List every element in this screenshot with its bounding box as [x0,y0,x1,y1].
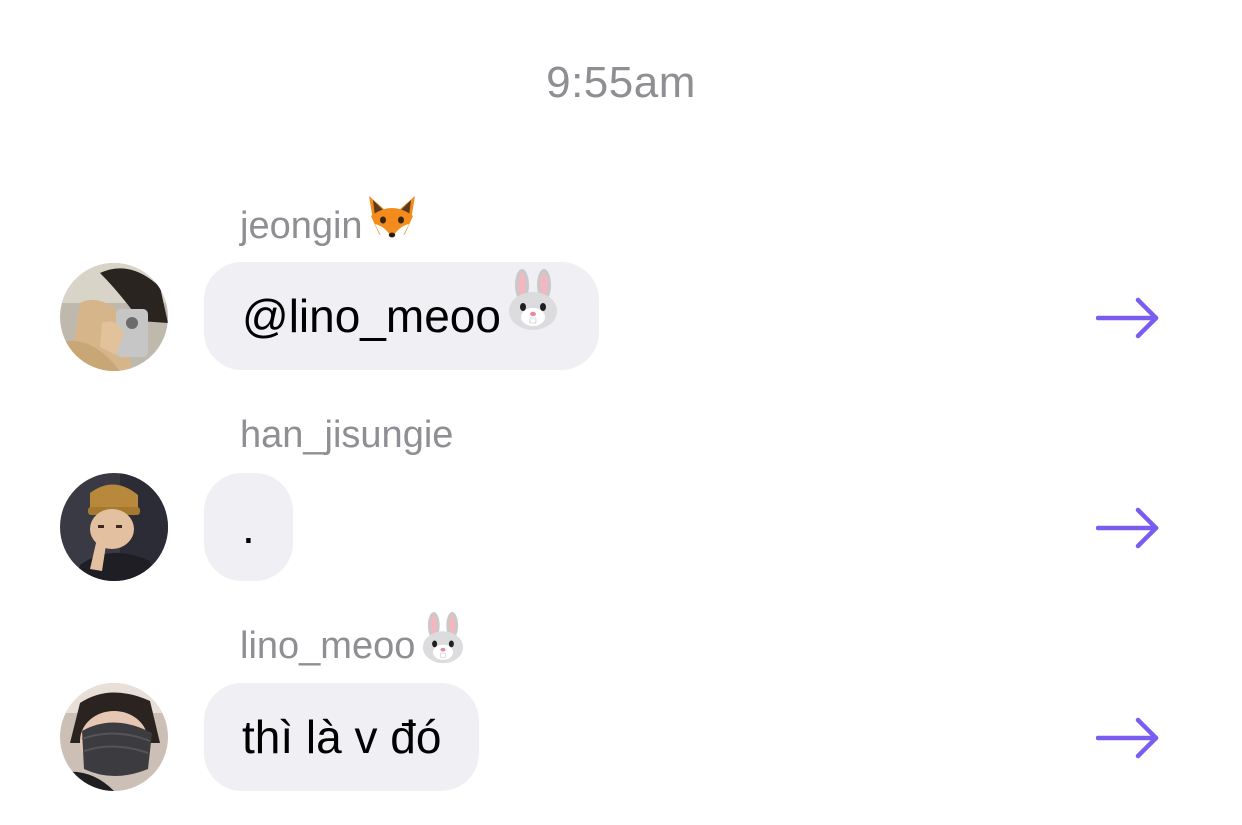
sender-name[interactable]: jeongin [240,196,419,254]
avatar[interactable] [60,263,168,371]
arrow-right-icon [1095,507,1159,549]
timestamp: 9:55am [546,58,696,107]
forward-button[interactable] [1095,296,1160,340]
chat-screen: 9:55am jeongin @lino_meoo han_jisungie .… [0,0,1242,825]
rabbit-face-emoji [505,261,561,369]
message-text: thì là v đó [242,711,442,763]
sender-name-text: jeongin [240,205,363,248]
message-text: . [242,501,255,553]
forward-button[interactable] [1095,506,1160,550]
sender-name[interactable]: lino_meoo [240,612,467,674]
message-bubble[interactable]: thì là v đó [204,683,480,791]
message-bubble[interactable]: @lino_meoo [204,262,599,370]
avatar[interactable] [60,683,168,791]
forward-button[interactable] [1095,716,1160,760]
rabbit-face-emoji [419,612,467,674]
arrow-right-icon [1095,297,1159,339]
message-text: @lino_meoo [242,290,501,342]
message-bubble[interactable]: . [204,473,293,581]
fox-face-emoji [365,194,419,254]
sender-name[interactable]: han_jisungie [240,413,453,457]
arrow-right-icon [1095,717,1159,759]
sender-name-text: lino_meoo [240,625,416,668]
avatar[interactable] [60,473,168,581]
sender-name-text: han_jisungie [240,414,454,456]
